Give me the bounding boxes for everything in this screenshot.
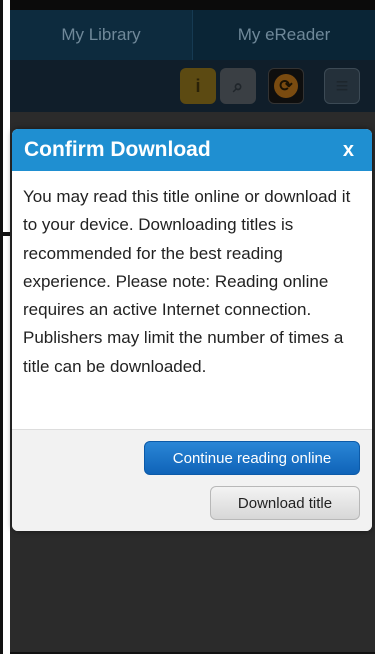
sync-icon: ⟳ [274, 74, 298, 98]
dialog-title: Confirm Download [24, 138, 211, 161]
confirm-download-dialog: Confirm Download x You may read this tit… [12, 129, 372, 531]
info-icon[interactable]: i [180, 68, 216, 104]
toolbar: i ⌕ ⟳ ≡ [10, 60, 375, 112]
dialog-footer: Continue reading online Download title [12, 429, 372, 531]
tab-my-ereader[interactable]: My eReader [192, 10, 375, 60]
menu-icon[interactable]: ≡ [324, 68, 360, 104]
dialog-header: Confirm Download x [12, 129, 372, 171]
download-title-button[interactable]: Download title [210, 486, 360, 520]
dialog-body: You may read this title online or downlo… [12, 171, 372, 429]
close-icon[interactable]: x [343, 139, 354, 162]
continue-reading-online-button[interactable]: Continue reading online [144, 441, 360, 475]
left-border [0, 0, 3, 654]
dialog-message: You may read this title online or downlo… [23, 187, 351, 376]
tab-bar: My Library My eReader [10, 10, 375, 60]
tab-my-library[interactable]: My Library [10, 10, 192, 60]
sync-button[interactable]: ⟳ [268, 68, 304, 104]
search-icon[interactable]: ⌕ [220, 68, 256, 104]
status-strip [10, 0, 375, 10]
